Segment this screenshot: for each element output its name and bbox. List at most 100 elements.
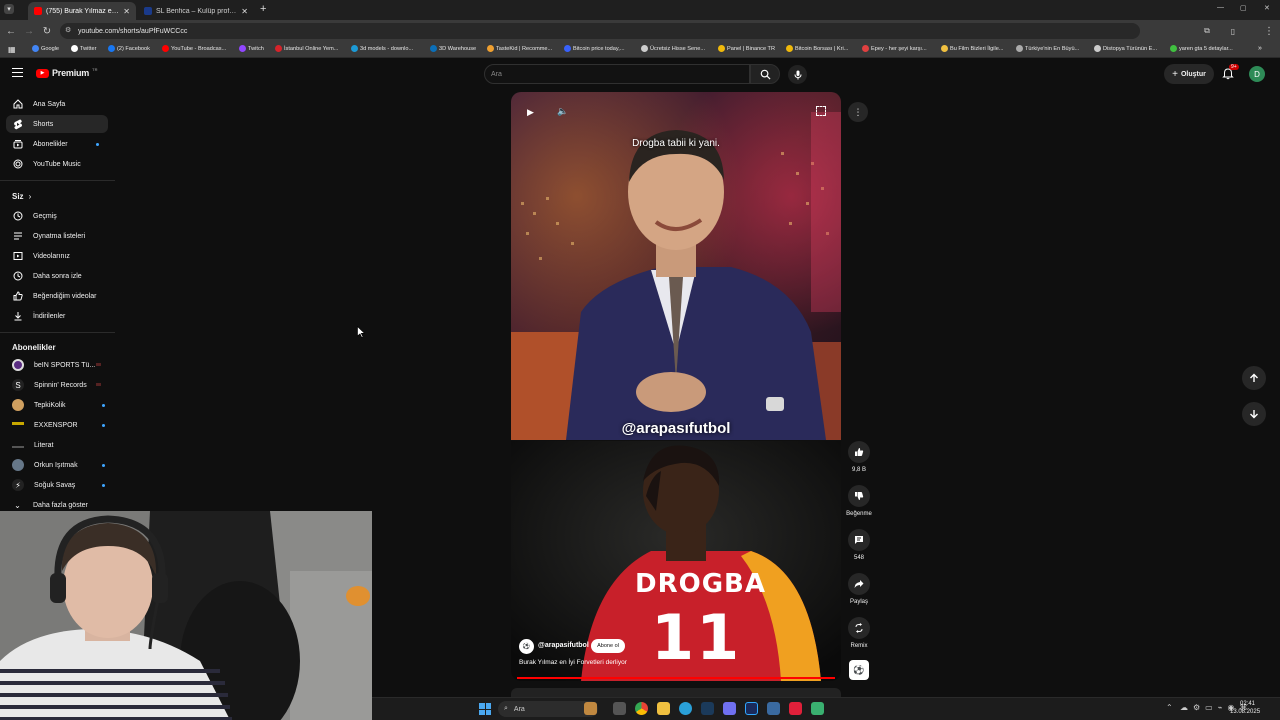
bookmark-item[interactable]: Türkiye'nin En Büyü...: [1016, 45, 1079, 52]
volume-icon[interactable]: 🔈: [557, 106, 568, 117]
create-button[interactable]: + Oluştur: [1164, 64, 1214, 84]
previous-short-button[interactable]: [1242, 366, 1266, 390]
sidebar-subscription-item[interactable]: beIN SPORTS Tü...: [6, 356, 108, 374]
close-window-button[interactable]: ✕: [1264, 4, 1270, 12]
bookmark-item[interactable]: TasteKid | Recomme...: [487, 45, 552, 52]
comment-icon: [855, 536, 863, 544]
sidebar-subscription-item[interactable]: Orkun Işıtmak: [6, 456, 108, 474]
progress-bar[interactable]: [517, 677, 835, 679]
bookmark-item[interactable]: Twitter: [71, 45, 96, 52]
tray-chevron-icon[interactable]: ⌃: [1166, 703, 1173, 712]
sidebar-item-watch-later[interactable]: Daha sonra izle: [6, 267, 108, 285]
back-icon[interactable]: ←: [4, 24, 18, 38]
sidebar-you-heading[interactable]: Siz ›: [12, 192, 31, 201]
bookmark-item[interactable]: Bitcoin price today,...: [564, 45, 625, 52]
more-options-button[interactable]: ⋮: [848, 102, 868, 122]
share-button[interactable]: Paylaş: [848, 573, 870, 605]
comments-button[interactable]: 548: [848, 529, 870, 561]
file-explorer-icon[interactable]: [657, 702, 670, 715]
bookmark-item[interactable]: 3D Warehouse: [430, 45, 476, 52]
short-title[interactable]: Burak Yılmaz en İyi Forvetleri derliyor: [519, 659, 627, 666]
remix-button[interactable]: Remix: [848, 617, 870, 649]
windows-start-icon[interactable]: [479, 703, 491, 715]
forward-icon[interactable]: →: [22, 24, 36, 38]
sidebar-item-subscriptions[interactable]: Abonelikler: [6, 135, 108, 153]
bookmark-item[interactable]: İstanbul Online Yem...: [275, 45, 338, 52]
short-video-player[interactable]: Drogba tabii ki yani. @arapasıfutbol ▶ 🔈: [511, 92, 841, 440]
tab-title: (755) Burak Yılmaz en İyi Forvet: [46, 7, 119, 15]
sidebar-subscription-item[interactable]: EXXENSPOR: [6, 416, 108, 434]
account-avatar[interactable]: D: [1249, 66, 1265, 82]
channel-avatar[interactable]: ⚽: [519, 639, 534, 654]
sidebar-subscription-item[interactable]: S Spinnin' Records: [6, 376, 108, 394]
dislike-button[interactable]: Beğenme: [846, 485, 872, 517]
tab-list-menu[interactable]: ▾: [4, 4, 14, 14]
address-bar[interactable]: ⚙ youtube.com/shorts/auPfFuWCCcc: [60, 23, 1140, 39]
youtube-logo[interactable]: ▶ Premium TR: [36, 67, 97, 78]
sidebar-item-downloads[interactable]: İndirilenler: [6, 307, 108, 325]
more-bookmarks-icon[interactable]: »: [1258, 45, 1262, 52]
chrome-icon[interactable]: [635, 702, 648, 715]
steam-icon[interactable]: [701, 702, 714, 715]
sidebar-item-history[interactable]: Geçmiş: [6, 207, 108, 225]
sidebar-item-shorts[interactable]: Shorts: [6, 115, 108, 133]
new-tab-button[interactable]: +: [260, 3, 266, 15]
bookmark-item[interactable]: Epey - her şeyi karşı...: [862, 45, 927, 52]
widgets-icon[interactable]: [584, 702, 597, 715]
sidebar-toggle-icon[interactable]: ▯: [1226, 24, 1240, 38]
sidebar-item-youtube-music[interactable]: YouTube Music: [6, 155, 108, 173]
bookmark-item[interactable]: 3d models - downlo...: [351, 45, 413, 52]
extensions-puzzle-icon[interactable]: ⧉: [1200, 24, 1214, 38]
browser-tab[interactable]: (755) Burak Yılmaz en İyi Forvet ✕: [28, 2, 136, 20]
sound-thumbnail[interactable]: ⚽: [849, 660, 869, 680]
minimize-button[interactable]: —: [1217, 4, 1224, 11]
sidebar-subscription-item[interactable]: TepkiKolik: [6, 396, 108, 414]
bookmark-item[interactable]: Google: [32, 45, 59, 52]
short-video-frame[interactable]: DROGBA 11 ⚽ @arapasifutbol Abone ol Bura…: [511, 441, 841, 681]
bookmark-item[interactable]: Panel | Binance TR: [718, 45, 775, 52]
play-icon[interactable]: ▶: [527, 107, 534, 118]
task-view-icon[interactable]: [613, 702, 626, 715]
acrobat-icon[interactable]: [789, 702, 802, 715]
reload-icon[interactable]: ↻: [40, 24, 54, 38]
close-tab-icon[interactable]: ✕: [123, 7, 130, 16]
hamburger-menu-icon[interactable]: [12, 68, 23, 77]
clock-date[interactable]: 13.08.2025: [1230, 709, 1260, 715]
bookmark-item[interactable]: Ücretsiz Hisse Sene...: [641, 45, 705, 52]
bookmark-item[interactable]: yaren gta 5 detaylar...: [1170, 45, 1233, 52]
next-short-button[interactable]: [1242, 402, 1266, 426]
bookmark-item[interactable]: Bu Film Bizleri İlgile...: [941, 45, 1003, 52]
sidebar-item-playlists[interactable]: Oynatma listeleri: [6, 227, 108, 245]
bookmark-item[interactable]: (2) Facebook: [108, 45, 150, 52]
voice-search-button[interactable]: [788, 65, 807, 84]
discord-icon[interactable]: [723, 702, 736, 715]
notifications-button[interactable]: 9+: [1222, 64, 1239, 81]
bookmark-item[interactable]: Bitcoin Borsası | Kri...: [786, 45, 848, 52]
maximize-button[interactable]: ▢: [1240, 4, 1247, 12]
clock-time[interactable]: 02:41: [1240, 701, 1255, 707]
sidebar-subscription-item[interactable]: ⚡ Soğuk Savaş: [6, 476, 108, 494]
search-input[interactable]: Ara: [484, 64, 750, 84]
apps-grid-icon[interactable]: ▦: [8, 45, 16, 54]
subscribe-button[interactable]: Abone ol: [591, 639, 625, 653]
app-icon[interactable]: [811, 702, 824, 715]
site-info-icon[interactable]: ⚙: [65, 26, 71, 34]
photoshop-icon[interactable]: [745, 702, 758, 715]
bookmark-item[interactable]: Twitch: [239, 45, 264, 52]
sidebar-item-home[interactable]: Ana Sayfa: [6, 95, 108, 113]
edge-icon[interactable]: [679, 702, 692, 715]
search-button[interactable]: [750, 64, 780, 84]
menu-icon[interactable]: ⋮: [1262, 24, 1276, 38]
channel-name[interactable]: @arapasifutbol: [538, 642, 589, 649]
sidebar-subscription-item[interactable]: Literat: [6, 436, 108, 454]
bookmark-item[interactable]: YouTube - Broadcas...: [162, 45, 226, 52]
taskbar-search[interactable]: ⌕ Ara: [498, 701, 598, 717]
fullscreen-icon[interactable]: [816, 106, 826, 116]
like-button[interactable]: 9,8 B: [848, 441, 870, 473]
sidebar-item-liked-videos[interactable]: Beğendiğim videolar: [6, 287, 108, 305]
close-tab-icon[interactable]: ✕: [241, 7, 248, 16]
app-icon[interactable]: [767, 702, 780, 715]
browser-tab[interactable]: SL Benfica – Kulüp profili | Trans ✕: [138, 2, 254, 20]
bookmark-item[interactable]: Distopya Türünün E...: [1094, 45, 1157, 52]
sidebar-item-your-videos[interactable]: Videolarınız: [6, 247, 108, 265]
